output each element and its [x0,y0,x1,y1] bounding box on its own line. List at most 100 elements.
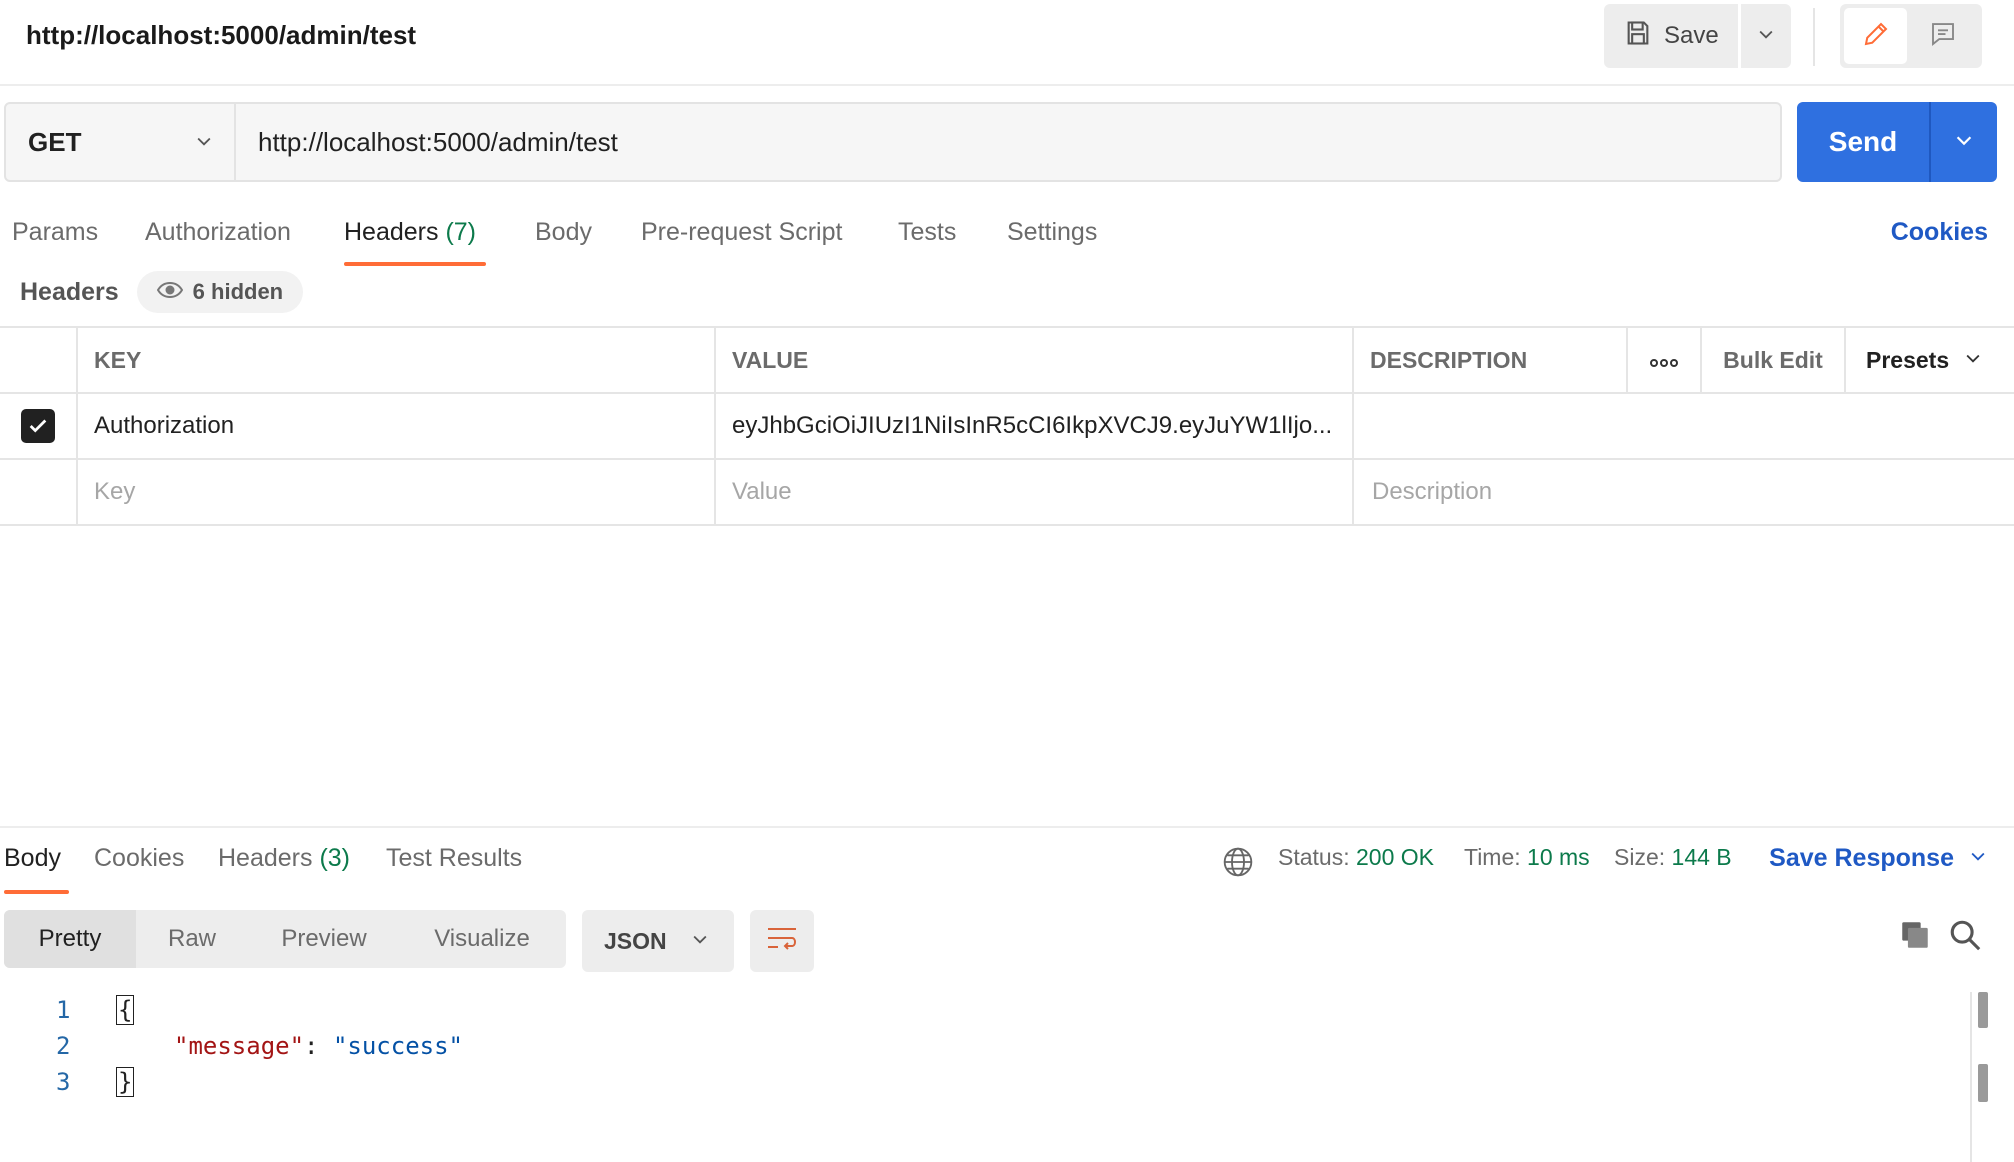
request-title-bar: http://localhost:5000/admin/test Save [0,0,2014,86]
edit-mode-button[interactable] [1844,8,1907,64]
mode-pretty[interactable]: Pretty [4,910,136,968]
tab-test-results[interactable]: Test Results [386,844,522,894]
json-open-brace: { [116,995,135,1025]
method-label: GET [28,126,82,157]
column-options-button[interactable] [1628,328,1702,392]
wrap-lines-button[interactable] [750,910,814,972]
tab-pre-request-script[interactable]: Pre-request Script [641,218,842,266]
chevron-down-icon [1968,844,1988,873]
response-time[interactable]: Time: 10 ms [1464,844,1590,871]
request-title[interactable]: http://localhost:5000/admin/test [26,20,416,51]
response-tabs: Body Cookies Headers (3) Test Results St… [0,842,2014,898]
new-value-input[interactable]: Value [716,460,1354,524]
globe-icon[interactable] [1222,846,1254,884]
format-select[interactable]: JSON [582,910,734,972]
comment-icon [1928,19,1958,54]
response-size[interactable]: Size: 144 B [1614,844,1732,871]
code-text: "message": "success" [174,1032,463,1060]
column-header-key: KEY [78,328,716,392]
chevron-down-icon [690,928,710,955]
response-status[interactable]: Status: 200 OK [1278,844,1434,871]
table-header-row: KEY VALUE DESCRIPTION Bulk Edit Presets [0,328,2014,394]
column-header-check [0,328,78,392]
view-mode-toggle [1840,4,1982,68]
check-icon [21,409,55,443]
request-tabs: Params Authorization Headers (7) Body Pr… [0,210,2014,266]
scroll-marker[interactable] [1978,992,1988,1028]
tab-params[interactable]: Params [12,218,98,266]
json-key: "message" [174,1032,305,1060]
json-close-brace: } [116,1067,135,1097]
json-colon: : [304,1032,333,1060]
chevron-down-icon [1963,347,1983,374]
header-description-cell[interactable] [1354,394,1846,458]
chevron-down-icon [1953,129,1975,156]
response-body-editor[interactable]: 1 { 2 "message": "success" 3 } [0,992,1970,1162]
table-row-empty: Key Value Description [0,460,2014,526]
search-icon[interactable] [1948,918,1982,957]
cookies-link[interactable]: Cookies [1891,218,1988,247]
scroll-marker[interactable] [1978,1064,1988,1102]
line-number: 3 [56,1068,71,1096]
toolbar-divider [1813,8,1815,66]
tab-settings[interactable]: Settings [1007,218,1097,266]
eye-icon [156,279,183,305]
empty-check-cell [0,460,78,524]
tab-response-cookies[interactable]: Cookies [94,844,184,894]
send-group: Send [1797,102,1997,182]
size-value: 144 B [1671,844,1732,870]
tab-headers-count: (7) [445,218,477,246]
tab-body[interactable]: Body [535,218,592,266]
presets-dropdown[interactable]: Presets [1846,328,2014,392]
format-label: JSON [604,927,667,954]
line-number: 2 [56,1032,71,1060]
save-response-button[interactable]: Save Response [1769,844,1988,873]
table-row: Authorization eyJhbGciOiJIUzI1NiIsInR5cC… [0,394,2014,460]
chevron-down-icon [1756,24,1776,49]
method-select[interactable]: GET [6,104,236,180]
time-label: Time: [1464,844,1521,870]
header-key-cell[interactable]: Authorization [78,394,716,458]
hidden-headers-toggle[interactable]: 6 hidden [136,271,304,313]
response-headers-count: (3) [319,844,351,872]
header-value-cell[interactable]: eyJhbGciOiJIUzI1NiIsInR5cCI6IkpXVCJ9.eyJ… [716,394,1354,458]
new-key-input[interactable]: Key [78,460,716,524]
send-options-button[interactable] [1931,102,1997,182]
column-header-value: VALUE [716,328,1354,392]
tab-response-headers[interactable]: Headers (3) [218,844,350,894]
mode-visualize[interactable]: Visualize [400,910,564,968]
code-text: } [116,1067,135,1097]
mode-preview[interactable]: Preview [248,910,400,968]
status-value: 200 OK [1356,844,1434,870]
save-options-button[interactable] [1741,4,1791,68]
time-value: 10 ms [1527,844,1590,870]
comments-button[interactable] [1911,8,1974,64]
url-bar: GET http://localhost:5000/admin/test [4,102,1782,182]
new-description-input[interactable]: Description [1354,460,1846,524]
send-button[interactable]: Send [1797,102,1931,182]
editor-scroll-gutter [1970,992,1972,1162]
size-label: Size: [1614,844,1666,870]
response-headers-label: Headers [218,844,313,872]
headers-section-title: Headers [20,277,119,306]
bulk-edit-button[interactable]: Bulk Edit [1702,328,1846,392]
column-header-description: DESCRIPTION [1354,328,1628,392]
more-options-icon [1649,347,1679,374]
edit-pencil-icon [1861,19,1891,54]
status-label: Status: [1278,844,1350,870]
save-button[interactable]: Save [1604,4,1738,68]
tab-tests[interactable]: Tests [898,218,956,266]
tab-headers-label: Headers [344,218,439,246]
save-group: Save [1604,4,1791,68]
save-label: Save [1664,22,1719,49]
mode-raw[interactable]: Raw [136,910,248,968]
row-enable-checkbox[interactable] [0,394,78,458]
url-input[interactable]: http://localhost:5000/admin/test [236,104,1780,180]
tab-headers[interactable]: Headers (7) [344,218,487,266]
copy-icon[interactable] [1898,918,1932,957]
tab-response-body[interactable]: Body [4,844,69,894]
tab-authorization[interactable]: Authorization [145,218,291,266]
json-value: "success" [332,1032,463,1060]
response-divider[interactable] [0,826,2014,828]
code-text: { [116,995,135,1025]
